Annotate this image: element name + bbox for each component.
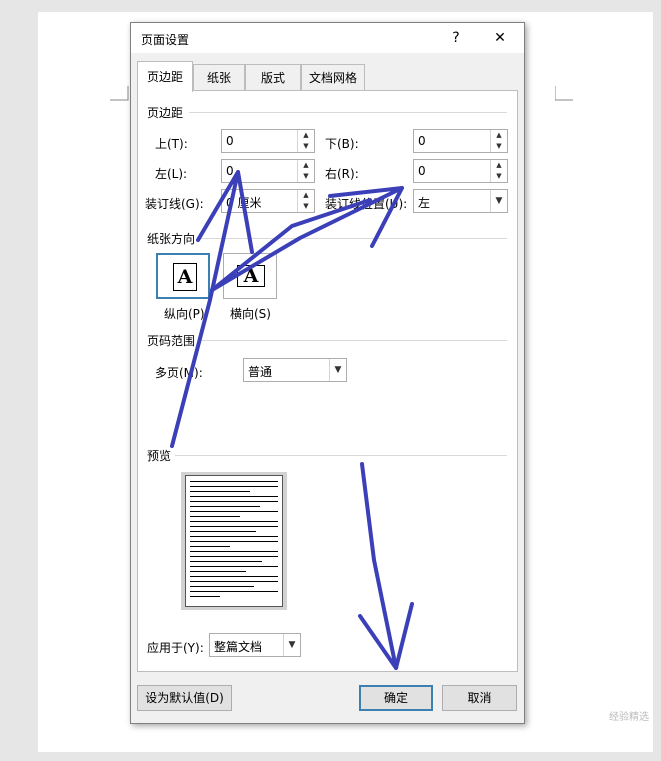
gutter-value: 0 厘米	[226, 196, 262, 210]
chevron-down-icon[interactable]: ▼	[283, 634, 300, 656]
preview-text-line	[190, 546, 230, 547]
bottom-margin-label: 下(B):	[325, 137, 359, 151]
spin-down-icon[interactable]: ▼	[491, 171, 507, 182]
preview-text-line	[190, 526, 278, 527]
tab-paper[interactable]: 纸张	[193, 64, 245, 91]
preview-text-line	[190, 551, 278, 552]
preview-text-line	[190, 591, 278, 592]
preview-text-line	[190, 581, 278, 582]
top-margin-spinner[interactable]: 0 ▲ ▼	[221, 129, 315, 153]
left-margin-spinner[interactable]: 0 ▲ ▼	[221, 159, 315, 183]
watermark: 经验精选	[609, 712, 649, 723]
preview-page	[185, 475, 283, 607]
preview-text-line	[190, 491, 250, 492]
landscape-label: 横向(S)	[230, 307, 271, 321]
chevron-down-icon[interactable]: ▼	[329, 359, 346, 381]
preview-text-line	[190, 496, 278, 497]
preview-text-line	[190, 506, 260, 507]
top-margin-label: 上(T):	[155, 137, 188, 151]
apply-to-label: 应用于(Y):	[147, 641, 204, 655]
preview-text-line	[190, 571, 246, 572]
divider	[201, 238, 507, 239]
portrait-icon: A	[173, 263, 197, 291]
preview-text-line	[190, 481, 278, 482]
preview-text-line	[190, 566, 278, 567]
spin-down-icon[interactable]: ▼	[491, 141, 507, 152]
preview-text-line	[190, 576, 278, 577]
spin-up-icon[interactable]: ▲	[491, 160, 507, 171]
bottom-margin-spinner[interactable]: 0 ▲ ▼	[413, 129, 508, 153]
gutter-spinner[interactable]: 0 厘米 ▲ ▼	[221, 189, 315, 213]
preview-text-line	[190, 556, 278, 557]
portrait-button[interactable]: A	[156, 253, 210, 299]
divider	[175, 455, 507, 456]
preview-text-line	[190, 501, 278, 502]
set-default-button[interactable]: 设为默认值(D)	[137, 685, 232, 711]
bottom-margin-value: 0	[418, 134, 426, 148]
preview-text-line	[190, 521, 278, 522]
ok-button[interactable]: 确定	[359, 685, 433, 711]
tab-layout[interactable]: 版式	[245, 64, 301, 91]
spin-up-icon[interactable]: ▲	[298, 160, 314, 171]
right-margin-value: 0	[418, 164, 426, 178]
cancel-button[interactable]: 取消	[442, 685, 517, 711]
apply-to-value: 整篇文档	[214, 640, 263, 654]
chevron-down-icon[interactable]: ▼	[490, 190, 507, 212]
orientation-section-label: 纸张方向	[147, 232, 196, 246]
crop-mark-right	[555, 86, 573, 101]
right-margin-label: 右(R):	[325, 167, 359, 181]
top-margin-value: 0	[226, 134, 234, 148]
preview-text-line	[190, 531, 256, 532]
apply-to-select[interactable]: 整篇文档 ▼	[209, 633, 301, 657]
page-setup-dialog: 页面设置 ? ✕ 页边距 纸张 版式 文档网格 页边距 上(T): 0 ▲ ▼ 下…	[130, 22, 525, 724]
preview-text-line	[190, 516, 240, 517]
close-button[interactable]: ✕	[488, 28, 512, 48]
pages-section-label: 页码范围	[147, 334, 196, 348]
margins-section-label: 页边距	[147, 106, 184, 120]
gutter-position-value: 左	[418, 196, 431, 210]
portrait-label: 纵向(P)	[164, 307, 205, 321]
left-margin-label: 左(L):	[155, 167, 188, 181]
multiple-pages-select[interactable]: 普通 ▼	[243, 358, 347, 382]
preview-text-line	[190, 561, 262, 562]
gutter-label: 装订线(G):	[145, 197, 204, 211]
dialog-title: 页面设置	[141, 33, 190, 47]
preview-text-line	[190, 596, 220, 597]
right-margin-spinner[interactable]: 0 ▲ ▼	[413, 159, 508, 183]
divider	[201, 340, 507, 341]
preview-text-line	[190, 511, 278, 512]
help-button[interactable]: ?	[444, 28, 468, 48]
multiple-pages-label: 多页(M):	[155, 366, 203, 380]
spin-up-icon[interactable]: ▲	[298, 130, 314, 141]
preview-text-line	[190, 486, 278, 487]
preview-text-line	[190, 536, 278, 537]
dialog-titlebar: 页面设置 ? ✕	[131, 23, 524, 53]
gutter-position-select[interactable]: 左 ▼	[413, 189, 508, 213]
spin-up-icon[interactable]: ▲	[298, 190, 314, 201]
tab-document-grid[interactable]: 文档网格	[301, 64, 365, 91]
preview-text-line	[190, 541, 278, 542]
landscape-button[interactable]: A	[223, 253, 277, 299]
left-margin-value: 0	[226, 164, 234, 178]
preview-text-line	[190, 586, 254, 587]
spin-up-icon[interactable]: ▲	[491, 130, 507, 141]
preview-section-label: 预览	[147, 449, 172, 463]
spin-down-icon[interactable]: ▼	[298, 141, 314, 152]
spin-down-icon[interactable]: ▼	[298, 171, 314, 182]
tab-margins[interactable]: 页边距	[137, 61, 193, 92]
multiple-pages-value: 普通	[248, 365, 273, 379]
spin-down-icon[interactable]: ▼	[298, 201, 314, 212]
landscape-icon: A	[237, 265, 265, 287]
gutter-position-label: 装订线位置(U):	[325, 197, 408, 211]
divider	[189, 112, 507, 113]
